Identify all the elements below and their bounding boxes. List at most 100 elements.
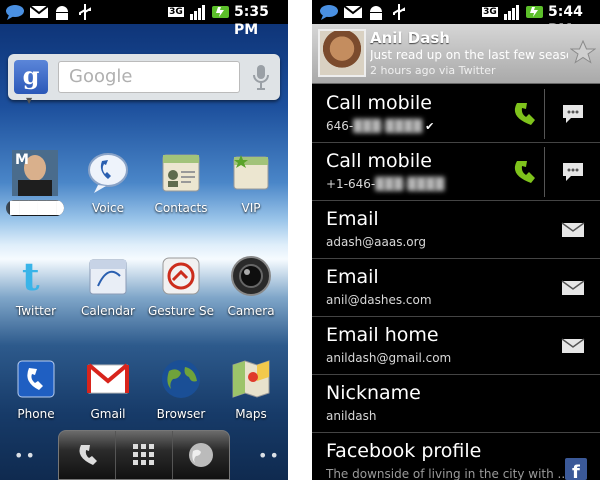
facebook-profile-row[interactable]: Facebook profile The downside of living … xyxy=(312,433,600,480)
dialer-icon[interactable] xyxy=(59,431,116,479)
signal-icon xyxy=(188,3,206,20)
app-calendar[interactable]: Calendar xyxy=(73,253,143,329)
row-subtitle: 646-███-████ ✔ xyxy=(326,119,435,133)
usb-icon xyxy=(390,3,408,20)
app-drawer-icon[interactable] xyxy=(116,431,173,479)
check-icon: ✔ xyxy=(425,120,435,133)
twitter-icon: t xyxy=(13,253,59,299)
row-subtitle: adash@aaas.org xyxy=(326,235,426,249)
app-vip[interactable]: VIP xyxy=(216,150,286,226)
app-gesture-search[interactable]: Gesture Se xyxy=(146,253,216,329)
phone-icon xyxy=(13,356,59,402)
screenshot-pair: 3G 5:35 PM g ▼ Google M ████████ xyxy=(0,0,600,480)
chat-bubble-icon xyxy=(4,3,26,20)
usb-icon xyxy=(76,3,94,20)
app-label: Browser xyxy=(156,407,206,421)
gmail-icon xyxy=(85,356,131,402)
row-title: Call mobile xyxy=(326,92,432,114)
sms-icon[interactable] xyxy=(557,98,589,130)
app-label: Phone xyxy=(17,407,55,421)
battery-charging-icon xyxy=(210,3,232,20)
app-camera[interactable]: Camera xyxy=(216,253,286,329)
home-screen: 3G 5:35 PM g ▼ Google M ████████ xyxy=(0,0,288,480)
contacts-icon xyxy=(158,150,204,196)
row-subtitle: The downside of living in the city with … xyxy=(326,467,569,480)
email-icon[interactable] xyxy=(557,272,589,304)
home-page-indicator-right[interactable]: •• xyxy=(258,446,281,465)
app-phone[interactable]: Phone xyxy=(1,356,71,432)
app-label: Camera xyxy=(227,304,275,318)
phone-call-icon[interactable] xyxy=(508,156,540,188)
row-title: Facebook profile xyxy=(326,440,482,462)
battery-charging-icon xyxy=(524,3,546,20)
app-label: Calendar xyxy=(81,304,135,318)
camera-icon xyxy=(228,253,274,299)
google-search-widget[interactable]: g ▼ Google xyxy=(8,54,280,105)
row-title: Email xyxy=(326,266,379,288)
android-icon xyxy=(366,3,386,20)
contact-detail-screen: 3G 5:44 PM Anil Dash Just read up on the… xyxy=(312,0,600,480)
android-icon xyxy=(52,3,72,20)
maps-icon xyxy=(228,356,274,402)
app-contact-shortcut[interactable]: M ████████ xyxy=(0,150,70,226)
signal-icon xyxy=(502,3,520,20)
star-icon[interactable] xyxy=(569,39,597,66)
nickname-row[interactable]: Nickname anildash xyxy=(312,375,600,433)
call-mobile-row[interactable]: Call mobile +1-646-███-████ xyxy=(312,143,600,201)
browser-icon[interactable] xyxy=(173,431,229,479)
contact-status-message: Just read up on the last few seaso... xyxy=(370,48,568,62)
voice-icon xyxy=(85,150,131,196)
row-title: Call mobile xyxy=(326,150,432,172)
phone-call-icon[interactable] xyxy=(508,98,540,130)
email-icon[interactable] xyxy=(557,330,589,362)
row-title: Email home xyxy=(326,324,439,346)
email-icon[interactable] xyxy=(557,214,589,246)
status-bar: 3G 5:44 PM xyxy=(312,0,600,38)
app-gmail[interactable]: Gmail xyxy=(73,356,143,432)
divider xyxy=(544,147,545,197)
google-logo-icon[interactable]: g xyxy=(14,60,48,94)
email-row[interactable]: Email adash@aaas.org xyxy=(312,201,600,259)
contact-avatar[interactable] xyxy=(318,29,366,77)
chat-bubble-icon xyxy=(318,3,340,20)
call-mobile-row[interactable]: Call mobile 646-███-████ ✔ xyxy=(312,85,600,143)
gmail-icon xyxy=(342,3,364,20)
contact-status-time: 2 hours ago via Twitter xyxy=(370,64,496,77)
network-3g-icon: 3G xyxy=(482,6,498,17)
dock xyxy=(58,430,230,480)
app-voice[interactable]: Voice xyxy=(73,150,143,226)
svg-text:t: t xyxy=(22,254,40,298)
row-title: Email xyxy=(326,208,379,230)
facebook-icon[interactable]: f xyxy=(560,453,592,480)
gmail-icon xyxy=(28,3,50,20)
home-page-indicator-left[interactable]: •• xyxy=(14,446,37,465)
app-label: ████████ xyxy=(6,200,64,216)
email-home-row[interactable]: Email home anildash@gmail.com xyxy=(312,317,600,375)
calendar-icon xyxy=(85,253,131,299)
app-label: Voice xyxy=(92,201,124,215)
row-title: Nickname xyxy=(326,382,421,404)
app-contacts[interactable]: Contacts xyxy=(146,150,216,226)
app-browser[interactable]: Browser xyxy=(146,356,216,432)
contact-header: Anil Dash Just read up on the last few s… xyxy=(312,24,600,84)
app-twitter[interactable]: t Twitter xyxy=(1,253,71,329)
sms-icon[interactable] xyxy=(557,156,589,188)
status-bar: 3G 5:35 PM xyxy=(0,0,288,38)
search-input[interactable]: Google xyxy=(58,61,240,93)
svg-text:M: M xyxy=(15,152,29,168)
app-label: VIP xyxy=(241,201,261,215)
row-subtitle: anil@dashes.com xyxy=(326,293,432,307)
contact-name: Anil Dash xyxy=(370,29,450,47)
email-row[interactable]: Email anil@dashes.com xyxy=(312,259,600,317)
dropdown-arrow-icon[interactable]: ▼ xyxy=(26,96,32,105)
app-label: Maps xyxy=(235,407,267,421)
app-maps[interactable]: Maps xyxy=(216,356,286,432)
browser-icon xyxy=(158,356,204,402)
gesture-search-icon xyxy=(158,253,204,299)
app-label: Gesture Se xyxy=(147,304,215,318)
row-subtitle: anildash xyxy=(326,409,377,423)
microphone-icon[interactable] xyxy=(248,62,274,92)
svg-text:f: f xyxy=(572,462,580,480)
status-time: 5:35 PM xyxy=(234,4,269,38)
network-3g-icon: 3G xyxy=(168,6,184,17)
